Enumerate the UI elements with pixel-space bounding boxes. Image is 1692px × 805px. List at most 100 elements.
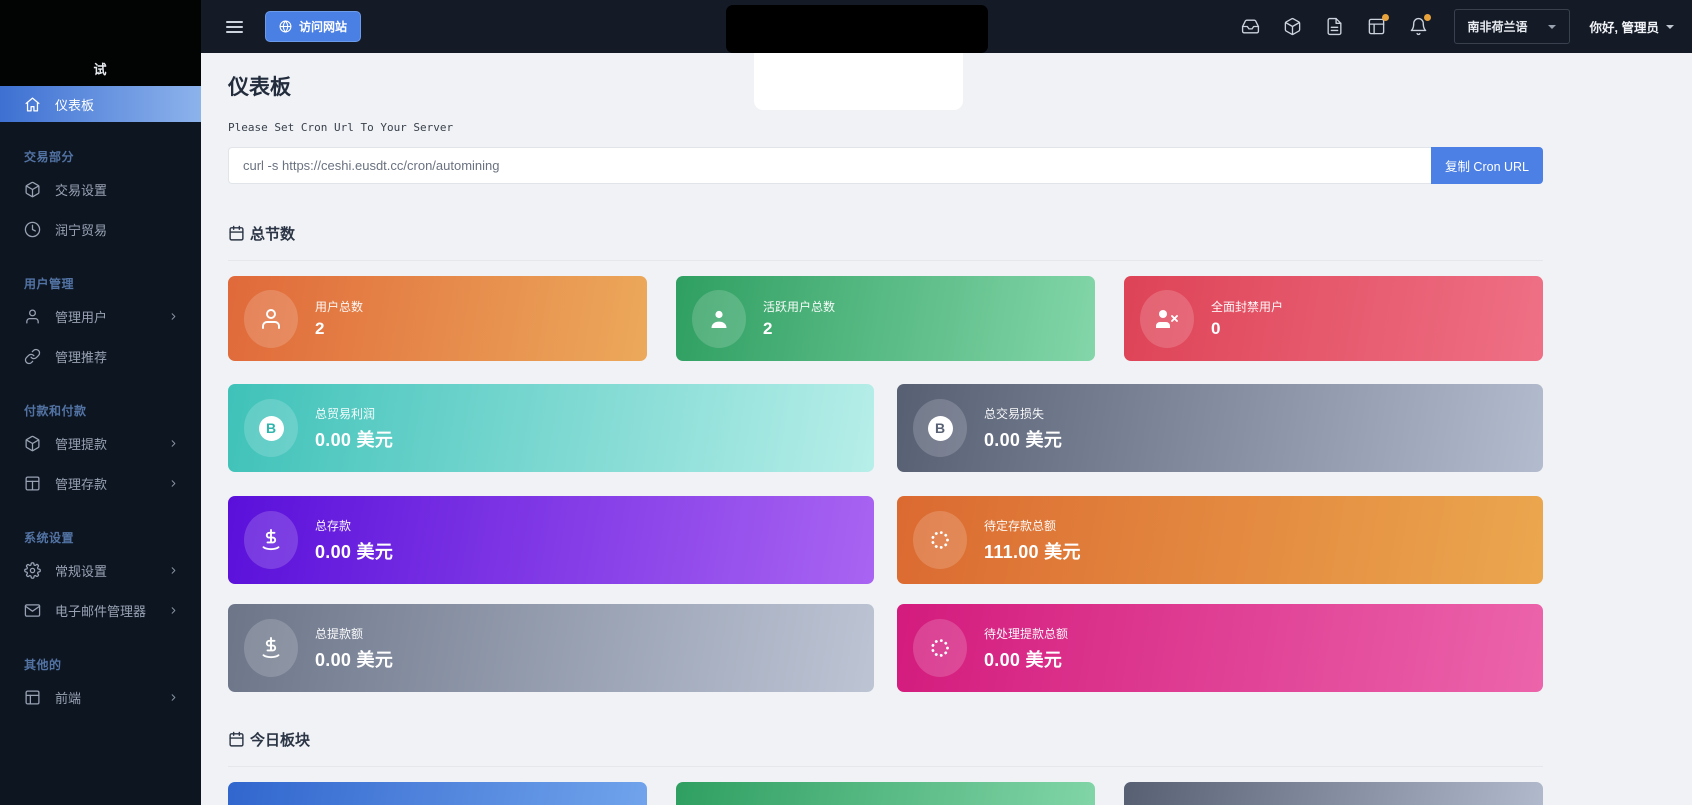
stat-label: 用户总数: [315, 298, 363, 315]
today-card: [1124, 782, 1543, 805]
sidebar-section-label: 其他的: [0, 656, 201, 673]
visit-site-button[interactable]: 访问网站: [265, 11, 361, 42]
cron-url-input[interactable]: [228, 147, 1431, 184]
section-title: 总节数: [250, 223, 295, 244]
stat-label: 活跃用户总数: [763, 298, 835, 315]
user-icon: [24, 308, 41, 325]
card-label: 总提款额: [315, 625, 393, 642]
today-card: [676, 782, 1095, 805]
hand-dollar-icon: [259, 636, 283, 660]
sidebar-item-label: 仪表板: [55, 95, 94, 114]
sidebar-item-label: 管理存款: [55, 474, 154, 493]
card-value: 0.00 美元: [315, 426, 393, 452]
chevron-right-icon: [168, 478, 179, 489]
redacted-block: [726, 5, 988, 53]
menu-toggle-icon[interactable]: [226, 21, 243, 33]
card-value: 111.00 美元: [984, 538, 1081, 564]
sidebar-item-label: 常规设置: [55, 561, 154, 580]
card-label: 总交易损失: [984, 405, 1062, 422]
chevron-down-icon: [1548, 25, 1556, 29]
sidebar-section-label: 交易部分: [0, 148, 201, 165]
table-icon[interactable]: [1367, 17, 1386, 36]
sidebar-item-label: 管理推荐: [55, 347, 179, 366]
user-menu[interactable]: 你好, 管理员: [1590, 17, 1674, 36]
sidebar-item-label: 交易设置: [55, 180, 179, 199]
card-total-trade-profit: B 总贸易利润 0.00 美元: [228, 384, 874, 472]
section-totals-header: 总节数: [228, 222, 1543, 244]
sidebar-item-frontend[interactable]: 前端: [0, 677, 201, 717]
sidebar-item-dashboard[interactable]: 仪表板: [0, 86, 201, 122]
sidebar-item-label: 电子邮件管理器: [55, 601, 154, 620]
sidebar-section-trade: 交易部分 交易设置 润宁贸易: [0, 148, 201, 249]
layout-icon: [24, 689, 41, 706]
logo-text: 试: [93, 59, 107, 78]
notification-dot: [1382, 14, 1389, 21]
stat-value: 0: [1211, 319, 1283, 339]
chevron-right-icon: [168, 565, 179, 576]
sidebar-section-system: 系统设置 常规设置 电子邮件管理器: [0, 529, 201, 630]
stat-card-banned-users: 全面封禁用户 0: [1124, 276, 1543, 361]
card-pending-withdrawals: 待处理提款总额 0.00 美元: [897, 604, 1543, 692]
chevron-right-icon: [168, 605, 179, 616]
inbox-icon[interactable]: [1241, 17, 1260, 36]
sidebar-item-manage-deposits[interactable]: 管理存款: [0, 463, 201, 503]
card-label: 总存款: [315, 517, 393, 534]
globe-icon: [279, 20, 292, 33]
sidebar-item-manage-withdrawals[interactable]: 管理提款: [0, 423, 201, 463]
copy-cron-url-button[interactable]: 复制 Cron URL: [1431, 147, 1543, 184]
sidebar-section-users: 用户管理 管理用户 管理推荐: [0, 275, 201, 376]
card-label: 总贸易利润: [315, 405, 393, 422]
file-icon[interactable]: [1325, 17, 1344, 36]
gear-icon: [24, 562, 41, 579]
clock-icon: [24, 221, 41, 238]
card-value: 0.00 美元: [984, 426, 1062, 452]
hand-dollar-icon: [259, 528, 283, 552]
calendar-icon: [228, 731, 245, 748]
sidebar-section-label: 付款和付款: [0, 402, 201, 419]
sidebar-item-label: 管理用户: [55, 307, 154, 326]
bell-icon[interactable]: [1409, 17, 1428, 36]
chevron-right-icon: [168, 438, 179, 449]
sidebar-section-label: 系统设置: [0, 529, 201, 546]
spinner-icon: [928, 528, 952, 552]
today-card: [228, 782, 647, 805]
link-icon: [24, 348, 41, 365]
card-label: 待处理提款总额: [984, 625, 1068, 642]
user-icon: [259, 307, 283, 331]
card-label: 待定存款总额: [984, 517, 1081, 534]
divider: [228, 766, 1543, 767]
app-window: 试 仪表板 交易部分 交易设置 润宁贸易 用户管理 管理用户: [0, 0, 1692, 805]
sidebar-item-label: 前端: [55, 688, 154, 707]
bitcoin-icon: B: [928, 416, 953, 441]
logo-area[interactable]: 试: [0, 0, 201, 86]
sidebar-item-label: 润宁贸易: [55, 220, 179, 239]
blank-panel: [754, 53, 963, 110]
sidebar-item-manage-referral[interactable]: 管理推荐: [0, 336, 201, 376]
sidebar-item-trade-settings[interactable]: 交易设置: [0, 169, 201, 209]
notification-dot: [1424, 14, 1431, 21]
main-content: 仪表板 Please Set Cron Url To Your Server 复…: [201, 53, 1692, 805]
card-value: 0.00 美元: [315, 646, 393, 672]
stat-label: 全面封禁用户: [1211, 298, 1283, 315]
card-total-deposit: 总存款 0.00 美元: [228, 496, 874, 584]
sidebar-item-email-manager[interactable]: 电子邮件管理器: [0, 590, 201, 630]
sidebar-section-payments: 付款和付款 管理提款 管理存款: [0, 402, 201, 503]
sidebar-item-runing-trade[interactable]: 润宁贸易: [0, 209, 201, 249]
language-selector[interactable]: 南非荷兰语: [1454, 9, 1570, 44]
sidebar-item-general-settings[interactable]: 常规设置: [0, 550, 201, 590]
wide-card-row-2: 总存款 0.00 美元 待定存款总额 111.00 美元: [228, 496, 1543, 584]
sidebar-section-other: 其他的 前端: [0, 656, 201, 717]
user-x-icon: [1155, 307, 1179, 331]
user-check-icon: [707, 307, 731, 331]
language-label: 南非荷兰语: [1468, 18, 1528, 35]
card-value: 0.00 美元: [315, 538, 393, 564]
stat-value: 2: [763, 319, 835, 339]
table-icon: [24, 475, 41, 492]
chevron-right-icon: [168, 692, 179, 703]
card-total-withdrawals: 总提款额 0.00 美元: [228, 604, 874, 692]
stat-card-total-users: 用户总数 2: [228, 276, 647, 361]
home-icon: [24, 96, 41, 113]
sidebar-section-label: 用户管理: [0, 275, 201, 292]
sidebar-item-manage-users[interactable]: 管理用户: [0, 296, 201, 336]
cube-icon[interactable]: [1283, 17, 1302, 36]
